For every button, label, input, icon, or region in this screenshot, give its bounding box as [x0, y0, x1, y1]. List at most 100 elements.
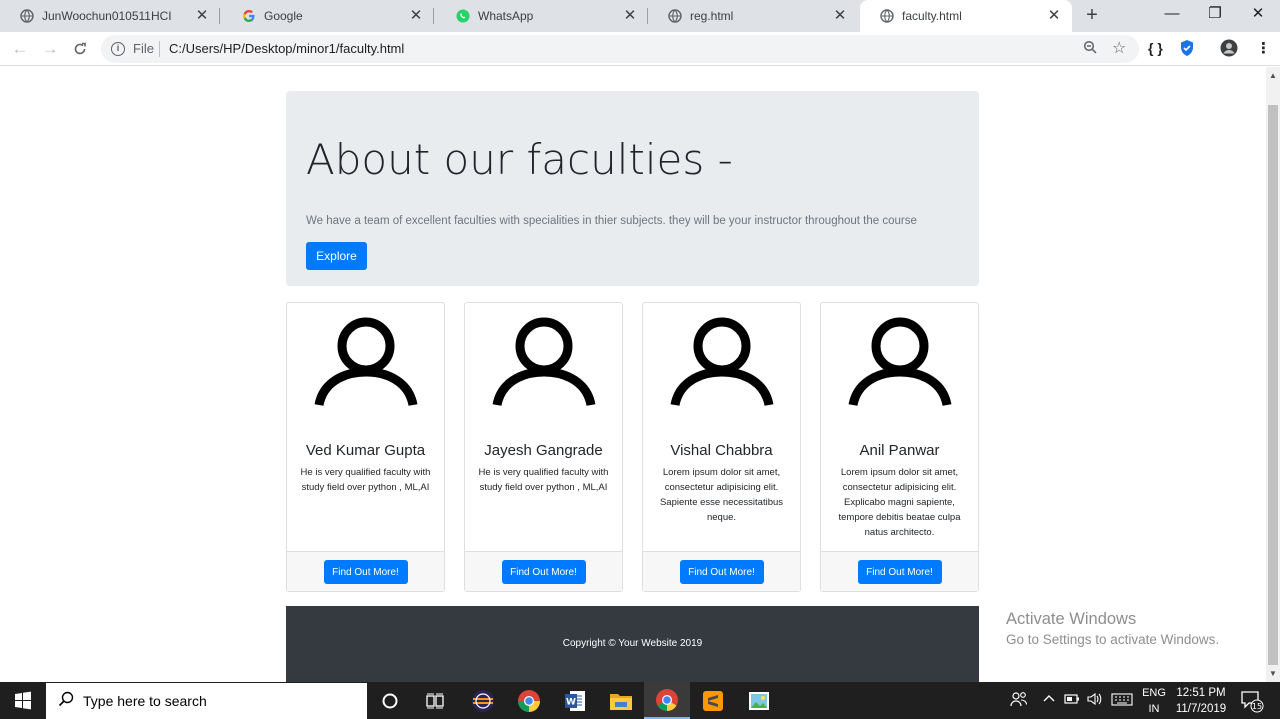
site-footer: Copyright © Your Website 2019 [286, 606, 979, 682]
menu-kebab-icon[interactable]: ⋮ [1256, 39, 1271, 57]
photos-icon[interactable] [736, 682, 782, 719]
user-avatar-icon [848, 317, 951, 407]
language-code: ENG [1142, 687, 1166, 699]
clock-time: 12:51 PM [1176, 687, 1226, 699]
forward-arrow-icon[interactable]: → [38, 37, 62, 61]
scrollbar-thumb[interactable] [1268, 105, 1278, 665]
tab-strip: JunWoochun010511HCI ✕ Google ✕ WhatsApp … [0, 0, 1280, 32]
tab-title: WhatsApp [478, 9, 534, 23]
user-avatar-icon [670, 317, 773, 407]
braces-extension-icon[interactable]: { } [1148, 40, 1163, 56]
shield-extension-icon[interactable] [1179, 39, 1195, 60]
tab-google[interactable]: Google ✕ [222, 0, 434, 32]
chrome-active-icon[interactable] [644, 682, 690, 719]
close-tab-icon[interactable]: ✕ [832, 8, 848, 24]
tab-faculty[interactable]: faculty.html ✕ [860, 0, 1072, 32]
input-language[interactable]: ENG IN [1140, 685, 1168, 717]
bookmark-star-icon[interactable]: ☆ [1112, 38, 1126, 58]
explore-button[interactable]: Explore [306, 242, 367, 270]
tab-title: faculty.html [902, 9, 962, 23]
notification-count: 15 [1252, 702, 1262, 711]
tab-junwoochun[interactable]: JunWoochun010511HCI ✕ [0, 0, 220, 32]
sublime-text-icon[interactable] [690, 682, 736, 719]
user-avatar-icon [492, 317, 595, 407]
faculty-description: He is very qualified faculty with study … [300, 467, 431, 493]
faculty-description: Lorem ipsum dolor sit amet, consectetur … [659, 467, 784, 523]
new-tab-button[interactable]: + [1080, 4, 1104, 28]
restore-button[interactable]: ❐ [1193, 0, 1237, 30]
address-divider [159, 41, 160, 57]
address-scheme: File [133, 41, 154, 56]
google-icon [242, 9, 256, 23]
search-placeholder: Type here to search [83, 693, 207, 709]
svg-text:W: W [566, 697, 576, 707]
close-tab-icon[interactable]: ✕ [194, 8, 210, 24]
faculty-card: Jayesh Gangrade He is very qualified fac… [464, 302, 623, 592]
chrome-icon[interactable] [506, 682, 552, 719]
volume-icon[interactable] [1087, 692, 1103, 709]
tab-title: Google [264, 9, 303, 23]
page-viewport: About our faculties - We have a team of … [0, 67, 1266, 682]
clock-date: 11/7/2019 [1175, 703, 1227, 715]
faculty-card: Ved Kumar Gupta He is very qualified fac… [286, 302, 445, 592]
keyboard-icon[interactable] [1111, 693, 1133, 709]
close-tab-icon[interactable]: ✕ [622, 8, 638, 24]
watermark-title: Activate Windows [1006, 610, 1137, 628]
faculty-description: Lorem ipsum dolor sit amet, consectetur … [838, 467, 961, 538]
faculty-name: Ved Kumar Gupta [305, 442, 426, 459]
faculty-card: Anil Panwar Lorem ipsum dolor sit amet, … [820, 302, 979, 592]
globe-icon [880, 9, 894, 23]
card-footer: Find Out More! [643, 551, 800, 591]
profile-avatar-icon[interactable] [1220, 39, 1238, 60]
task-view-icon[interactable] [412, 682, 458, 719]
taskbar-search[interactable]: Type here to search [46, 683, 367, 719]
file-explorer-icon[interactable] [598, 682, 644, 719]
faculty-card: Vishal Chabbra Lorem ipsum dolor sit ame… [642, 302, 801, 592]
system-clock[interactable]: 12:51 PM 11/7/2019 [1170, 685, 1232, 717]
find-out-more-button[interactable]: Find Out More! [501, 560, 586, 584]
find-out-more-button[interactable]: Find Out More! [323, 560, 408, 584]
word-icon[interactable]: W [552, 682, 598, 719]
windows-start-icon[interactable] [0, 682, 46, 719]
scroll-up-arrow-icon[interactable]: ▲ [1269, 71, 1277, 80]
people-icon[interactable] [1010, 691, 1028, 710]
page-title: About our faculties - [306, 135, 733, 184]
browser-toolbar: ← → i File C:/Users/HP/Desktop/minor1/fa… [0, 32, 1280, 66]
faculty-name: Jayesh Gangrade [484, 442, 603, 459]
card-footer: Find Out More! [287, 551, 444, 591]
find-out-more-button[interactable]: Find Out More! [679, 560, 764, 584]
watermark-subtitle: Go to Settings to activate Windows. [1006, 632, 1220, 647]
card-footer: Find Out More! [465, 551, 622, 591]
close-tab-icon[interactable]: ✕ [408, 8, 424, 24]
region-code: IN [1148, 703, 1160, 715]
minimize-button[interactable]: — [1150, 0, 1194, 30]
action-center-icon[interactable]: 15 [1240, 689, 1264, 716]
faculty-name: Vishal Chabbra [670, 442, 773, 459]
zoom-icon[interactable] [1083, 40, 1097, 57]
back-arrow-icon[interactable]: ← [8, 37, 32, 61]
user-avatar-icon [314, 317, 417, 407]
globe-icon [20, 9, 34, 23]
vertical-scrollbar[interactable]: ▲ ▼ [1266, 67, 1280, 682]
info-icon[interactable]: i [111, 42, 125, 56]
globe-icon [668, 9, 682, 23]
card-footer: Find Out More! [821, 551, 978, 591]
battery-icon[interactable] [1064, 693, 1080, 708]
tab-whatsapp[interactable]: WhatsApp ✕ [436, 0, 648, 32]
address-bar[interactable]: i File C:/Users/HP/Desktop/minor1/facult… [101, 35, 1139, 63]
jumbotron-lead: We have a team of excellent faculties wi… [306, 215, 917, 227]
tab-title: reg.html [690, 9, 734, 23]
reload-icon[interactable] [68, 37, 92, 61]
close-tab-icon[interactable]: ✕ [1046, 8, 1062, 24]
tab-reg[interactable]: reg.html ✕ [648, 0, 858, 32]
address-url[interactable]: C:/Users/HP/Desktop/minor1/faculty.html [169, 41, 404, 56]
scroll-down-arrow-icon[interactable]: ▼ [1269, 669, 1277, 678]
whatsapp-icon [456, 9, 470, 23]
show-hidden-icons-chevron-icon[interactable] [1043, 692, 1055, 706]
find-out-more-button[interactable]: Find Out More! [857, 560, 942, 584]
eclipse-icon[interactable] [460, 682, 506, 719]
close-window-button[interactable]: ✕ [1236, 0, 1280, 30]
faculty-description: He is very qualified faculty with study … [478, 467, 609, 493]
cortana-icon[interactable] [367, 682, 413, 719]
jumbotron: About our faculties - We have a team of … [286, 91, 979, 286]
